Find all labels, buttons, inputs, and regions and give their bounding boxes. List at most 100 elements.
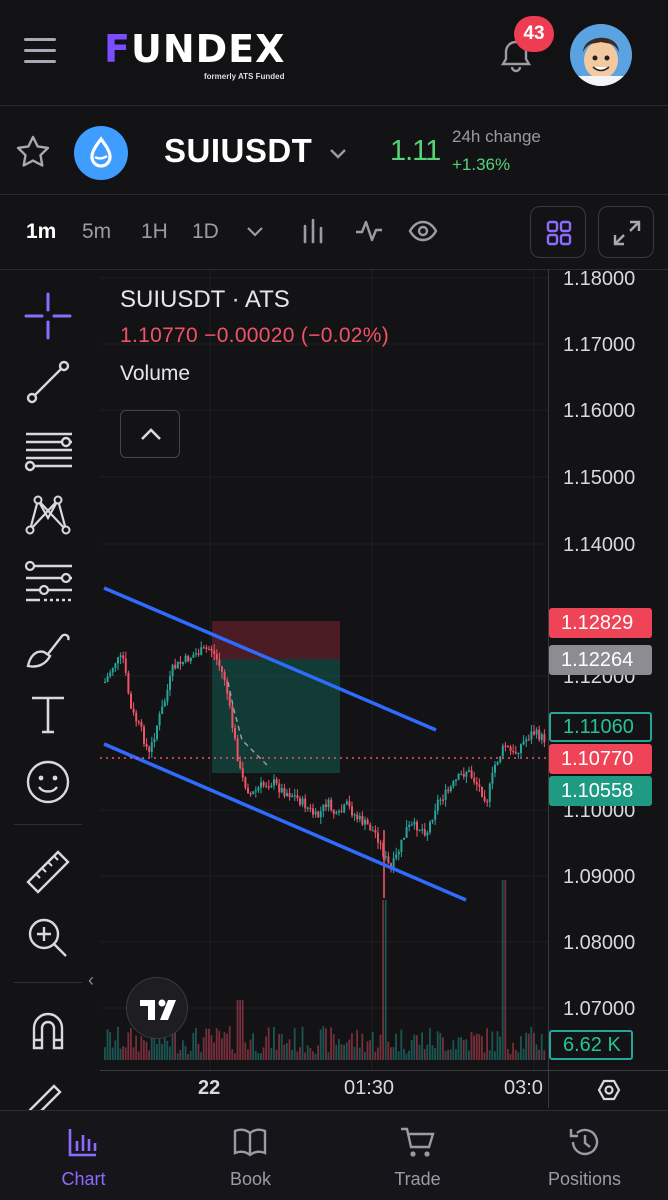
- brush-tool[interactable]: [20, 620, 76, 676]
- candle-body: [267, 786, 270, 788]
- candle-body: [179, 661, 182, 664]
- forecast-tool[interactable]: [20, 552, 76, 608]
- candle-body: [371, 830, 374, 832]
- timeframe-1d[interactable]: 1D: [192, 220, 219, 244]
- candle-body: [457, 774, 460, 780]
- candle-body: [148, 746, 151, 752]
- volume-bar: [106, 1029, 109, 1060]
- volume-bar: [267, 1027, 270, 1060]
- time-axis[interactable]: 22 01:30 03:0: [100, 1070, 548, 1108]
- legend-title[interactable]: SUIUSDT · ATS: [120, 286, 389, 314]
- volume-bar: [507, 1048, 509, 1060]
- hexagon-settings-icon: [597, 1079, 621, 1101]
- candle-body: [351, 806, 353, 816]
- legend-volume[interactable]: Volume: [120, 362, 389, 386]
- crosshair-tool[interactable]: [20, 288, 76, 344]
- brush-icon: [26, 633, 70, 668]
- timeframe-1h[interactable]: 1H: [141, 220, 168, 244]
- volume-bar: [392, 1047, 395, 1060]
- eye-icon[interactable]: [408, 216, 438, 246]
- volume-bar: [322, 1026, 325, 1060]
- nav-book[interactable]: Book: [167, 1111, 334, 1200]
- candle-body: [278, 783, 281, 793]
- candle-body: [499, 756, 502, 763]
- volume-bar: [187, 1053, 189, 1060]
- candle-body: [478, 784, 481, 787]
- collapse-legend-button[interactable]: [120, 410, 180, 458]
- emoji-tool[interactable]: [20, 754, 76, 810]
- price-chart[interactable]: [100, 270, 548, 1070]
- volume-bar: [462, 1039, 465, 1060]
- volume-bar: [421, 1032, 423, 1060]
- volume-bar: [119, 1048, 122, 1060]
- candle-body: [195, 653, 197, 655]
- user-avatar[interactable]: [570, 24, 632, 86]
- high-price-tag: 1.11060: [549, 712, 652, 742]
- volume-bar: [275, 1049, 278, 1060]
- candle-body: [387, 856, 390, 864]
- magnet-tool[interactable]: [20, 1002, 76, 1058]
- trendline-tool[interactable]: [20, 354, 76, 410]
- indicators-icon[interactable]: [354, 216, 384, 246]
- take-profit-zone[interactable]: [212, 659, 340, 773]
- candle-body: [540, 734, 543, 740]
- candle-body: [283, 788, 286, 797]
- fundex-logo[interactable]: FUNDEX formerly ATS Funded: [104, 30, 304, 86]
- stop-loss-tag: 1.12829: [549, 608, 652, 638]
- volume-bar: [156, 1043, 158, 1060]
- stop-loss-zone[interactable]: [212, 621, 340, 659]
- tradingview-logo[interactable]: [126, 977, 188, 1039]
- price-axis[interactable]: 1.18000 1.17000 1.16000 1.15000 1.14000 …: [548, 270, 668, 1070]
- volume-bar: [145, 1041, 148, 1060]
- pair-selector[interactable]: SUIUSDT: [164, 132, 312, 170]
- volume-bar: [179, 1049, 182, 1060]
- candles-icon[interactable]: [298, 216, 328, 246]
- fib-retracement-tool[interactable]: [20, 420, 76, 476]
- favorite-star-icon[interactable]: [14, 133, 52, 171]
- timeframe-1m[interactable]: 1m: [26, 220, 56, 244]
- candle-body: [119, 655, 122, 658]
- candle-body: [473, 777, 476, 783]
- volume-bar: [265, 1036, 267, 1060]
- volume-bar: [444, 1050, 447, 1060]
- volume-bar: [413, 1034, 416, 1060]
- chevron-down-icon[interactable]: [326, 141, 350, 165]
- volume-bar: [327, 1052, 330, 1060]
- volume-bar: [161, 1043, 163, 1060]
- timeframe-5m[interactable]: 5m: [82, 220, 111, 244]
- price-tick: 1.07000: [563, 998, 636, 1020]
- chart-settings-button[interactable]: [548, 1070, 668, 1108]
- fullscreen-button[interactable]: [598, 206, 654, 258]
- candle-body: [436, 799, 439, 811]
- layout-grid-button[interactable]: [530, 206, 586, 258]
- bar-chart-icon: [68, 1129, 97, 1157]
- zoom-tool[interactable]: [20, 910, 76, 966]
- volume-bar: [395, 1033, 397, 1060]
- volume-bar: [221, 1038, 223, 1060]
- volume-bar: [137, 1051, 140, 1060]
- hamburger-menu-icon[interactable]: [24, 38, 56, 68]
- top-bar: FUNDEX formerly ATS Funded 43: [0, 0, 668, 106]
- volume-bar: [234, 1053, 236, 1060]
- candle-body: [470, 770, 473, 778]
- measure-tool[interactable]: [20, 844, 76, 900]
- volume-bar: [306, 1045, 309, 1060]
- logo-tagline: formerly ATS Funded: [204, 72, 285, 81]
- nav-trade[interactable]: Trade: [334, 1111, 501, 1200]
- chevron-down-icon[interactable]: [240, 216, 270, 246]
- pattern-tool[interactable]: [20, 486, 76, 542]
- nav-chart[interactable]: Chart: [0, 1111, 167, 1200]
- candle-body: [163, 701, 166, 707]
- chart-legend: SUIUSDT · ATS 1.10770 −0.00020 (−0.02%) …: [120, 286, 389, 386]
- candle-body: [156, 725, 158, 740]
- chevron-left-icon[interactable]: ‹: [88, 970, 94, 991]
- volume-bar: [283, 1044, 286, 1060]
- volume-bar: [514, 1049, 517, 1060]
- open-book-icon: [233, 1128, 267, 1157]
- text-tool[interactable]: [20, 686, 76, 742]
- nav-positions[interactable]: Positions: [501, 1111, 668, 1200]
- candle-body: [299, 798, 301, 805]
- candle-body: [189, 657, 192, 662]
- candle-body: [416, 821, 418, 831]
- candle-body: [397, 851, 400, 855]
